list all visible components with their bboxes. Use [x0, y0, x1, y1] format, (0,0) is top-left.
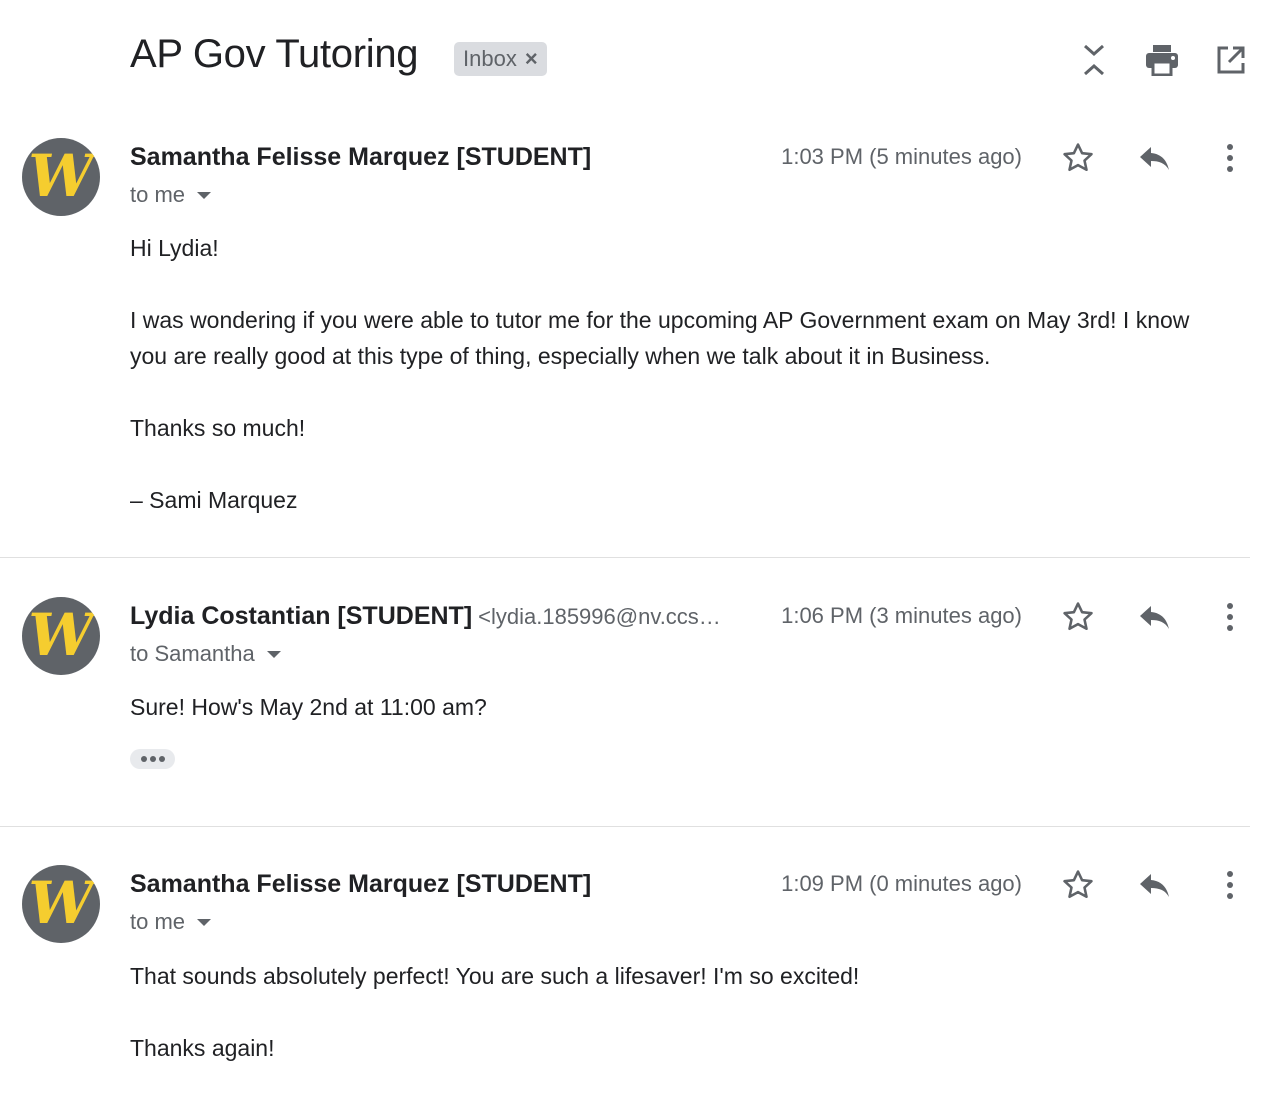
message-body: Sure! How's May 2nd at 11:00 am? [130, 689, 1230, 725]
message-body: Hi Lydia! I was wondering if you were ab… [130, 230, 1230, 518]
thread-subject: AP Gov Tutoring [130, 32, 419, 76]
body-paragraph: That sounds absolutely perfect! You are … [130, 963, 860, 989]
sender-name[interactable]: Lydia Costantian [STUDENT] <lydia.185996@… [130, 602, 721, 631]
recipient-details-toggle[interactable]: to me [130, 909, 212, 935]
print-icon[interactable] [1142, 40, 1182, 80]
sender-name-text: Lydia Costantian [STUDENT] [130, 602, 473, 630]
star-icon[interactable] [1058, 597, 1098, 637]
body-paragraph: I was wondering if you were able to tuto… [130, 307, 1190, 369]
caret-down-icon [197, 918, 212, 926]
more-options-icon[interactable] [1210, 597, 1250, 637]
reply-icon[interactable] [1134, 865, 1174, 905]
reply-icon[interactable] [1134, 138, 1174, 178]
star-icon[interactable] [1058, 865, 1098, 905]
message-divider [0, 826, 1250, 827]
dot [149, 756, 156, 762]
recipient-text: to me [130, 909, 186, 934]
sender-email: <lydia.185996@nv.ccs… [478, 604, 721, 629]
recipient-text: to Samantha [130, 641, 255, 666]
sender-name-text: Samantha Felisse Marquez [STUDENT] [130, 143, 592, 171]
message-divider [0, 557, 1250, 558]
body-paragraph: – Sami Marquez [130, 487, 298, 513]
message-time: 1:03 PM (5 minutes ago) [781, 144, 1022, 169]
remove-label-icon[interactable]: × [525, 46, 538, 72]
label-text: Inbox [463, 46, 517, 71]
body-paragraph: Thanks so much! [130, 415, 306, 441]
avatar[interactable]: W [22, 138, 100, 216]
more-options-icon[interactable] [1210, 138, 1250, 178]
recipient-details-toggle[interactable]: to me [130, 182, 212, 208]
sender-name-text: Samantha Felisse Marquez [STUDENT] [130, 870, 592, 898]
body-paragraph: Hi Lydia! [130, 235, 219, 261]
avatar[interactable]: W [22, 865, 100, 943]
open-in-new-window-icon[interactable] [1211, 40, 1251, 80]
more-options-icon[interactable] [1210, 865, 1250, 905]
avatar-letter: W [28, 869, 98, 937]
message-body: That sounds absolutely perfect! You are … [130, 958, 1230, 1066]
avatar[interactable]: W [22, 597, 100, 675]
sender-name[interactable]: Samantha Felisse Marquez [STUDENT] [130, 143, 591, 172]
collapse-all-icon[interactable] [1074, 40, 1114, 80]
reply-icon[interactable] [1134, 597, 1174, 637]
avatar-letter: W [28, 601, 98, 669]
body-paragraph: Sure! How's May 2nd at 11:00 am? [130, 694, 487, 720]
thread-header: AP Gov Tutoring Inbox × [0, 0, 1280, 115]
dot [140, 756, 147, 762]
caret-down-icon [197, 191, 212, 199]
dot [158, 756, 165, 762]
avatar-letter: W [28, 142, 98, 210]
inbox-label-chip[interactable]: Inbox × [454, 42, 547, 76]
recipient-details-toggle[interactable]: to Samantha [130, 641, 281, 667]
star-icon[interactable] [1058, 138, 1098, 178]
sender-name[interactable]: Samantha Felisse Marquez [STUDENT] [130, 870, 591, 899]
caret-down-icon [266, 650, 281, 658]
message-time: 1:09 PM (0 minutes ago) [781, 871, 1022, 896]
show-trimmed-content-button[interactable] [130, 749, 175, 769]
recipient-text: to me [130, 182, 186, 207]
message-time: 1:06 PM (3 minutes ago) [781, 603, 1022, 628]
body-paragraph: Thanks again! [130, 1035, 275, 1061]
